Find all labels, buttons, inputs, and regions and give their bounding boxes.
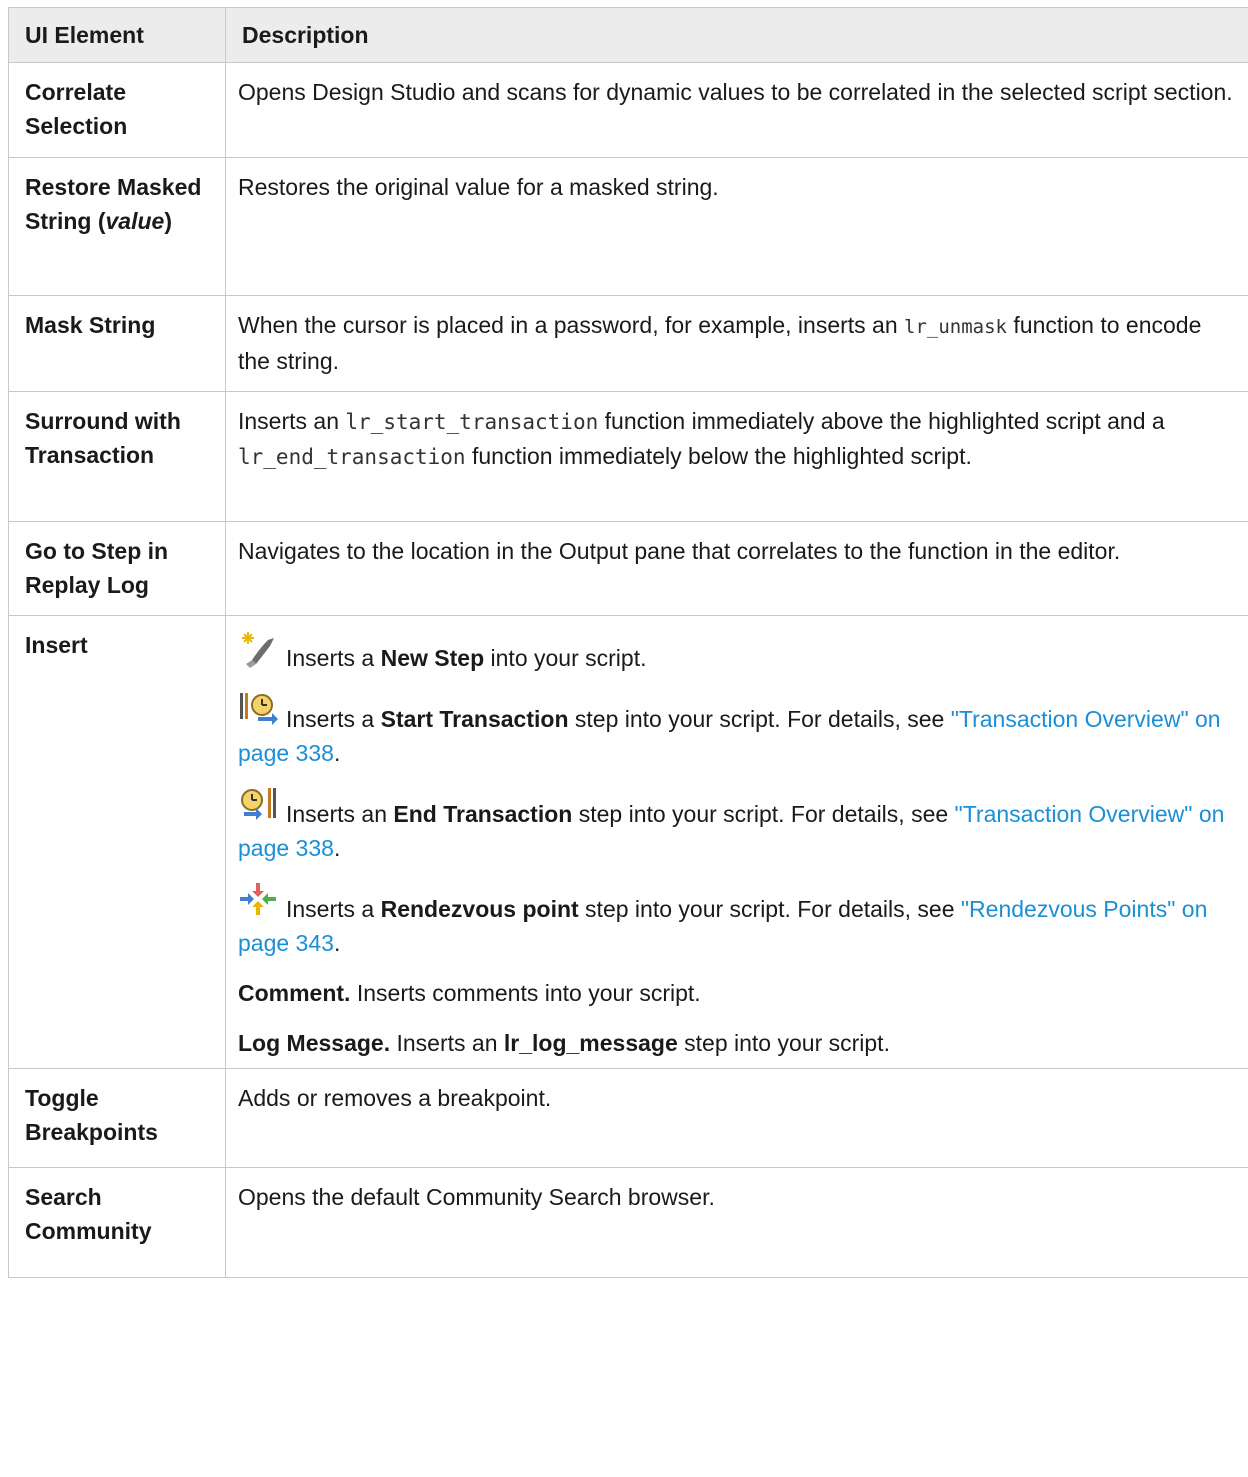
insert-rendezvous: Inserts a Rendezvous point step into you… xyxy=(238,881,1236,960)
header-description: Description xyxy=(225,7,1248,63)
table-row: Mask String When the cursor is placed in… xyxy=(8,295,1248,392)
desc-text: . xyxy=(333,740,341,766)
ui-element-description: Inserts a New Step into your script. Ins… xyxy=(225,615,1248,1069)
desc-text: Inserts an xyxy=(390,1030,504,1056)
code-lr-start-transaction: lr_start_transaction xyxy=(345,410,599,434)
desc-text: step into your script. For details, see xyxy=(568,706,951,732)
desc-text: function immediately above the highlight… xyxy=(598,408,1165,434)
desc-bold: New Step xyxy=(380,645,485,671)
ui-element-description: Restores the original value for a masked… xyxy=(225,157,1248,296)
ui-element-name: Insert xyxy=(8,615,226,1069)
table-header-row: UI Element Description xyxy=(8,7,1248,63)
table-row: Surround with Transaction Inserts an lr_… xyxy=(8,391,1248,522)
desc-bold: Log Message. xyxy=(238,1030,391,1056)
desc-bold: Start Transaction xyxy=(380,706,569,732)
insert-log-message: Log Message. Inserts an lr_log_message s… xyxy=(238,1026,1236,1060)
desc-text: Inserts a xyxy=(286,896,381,922)
insert-end-transaction: Inserts an End Transaction step into you… xyxy=(238,786,1236,865)
start-transaction-icon xyxy=(238,691,282,731)
table-row: Restore Masked String (value) Restores t… xyxy=(8,157,1248,296)
desc-bold: End Transaction xyxy=(393,801,573,827)
ui-element-table: UI Element Description Correlate Selecti… xyxy=(8,7,1248,1278)
desc-text: Inserts a xyxy=(286,645,381,671)
ui-element-name: Correlate Selection xyxy=(8,62,226,158)
desc-text: Inserts an xyxy=(238,408,346,434)
table-row: Correlate Selection Opens Design Studio … xyxy=(8,62,1248,158)
ui-element-description: Adds or removes a breakpoint. xyxy=(225,1068,1248,1168)
ui-element-description: Opens the default Community Search brows… xyxy=(225,1167,1248,1278)
ui-element-name: Surround with Transaction xyxy=(8,391,226,522)
code-lr-end-transaction: lr_end_transaction xyxy=(238,445,466,469)
desc-text: step into your script. For details, see xyxy=(572,801,955,827)
ui-element-name: Toggle Breakpoints xyxy=(8,1068,226,1168)
table-row: Toggle Breakpoints Adds or removes a bre… xyxy=(8,1068,1248,1168)
insert-comment: Comment. Inserts comments into your scri… xyxy=(238,976,1236,1010)
ui-element-name: Restore Masked String (value) xyxy=(8,157,226,296)
table-row: Insert Inserts a New Step into your scri… xyxy=(8,615,1248,1069)
end-transaction-icon xyxy=(238,786,282,826)
desc-bold: Rendezvous point xyxy=(380,896,579,922)
table-row: Search Community Opens the default Commu… xyxy=(8,1167,1248,1278)
insert-new-step: Inserts a New Step into your script. xyxy=(238,628,1236,675)
table-row: Go to Step in Replay Log Navigates to th… xyxy=(8,521,1248,616)
desc-text: When the cursor is placed in a password,… xyxy=(238,312,905,338)
desc-text: . xyxy=(333,930,341,956)
ui-element-name: Go to Step in Replay Log xyxy=(8,521,226,616)
rendezvous-icon xyxy=(238,881,282,921)
desc-text: Inserts a xyxy=(286,706,381,732)
code-lr-unmask: lr_unmask xyxy=(904,316,1007,338)
desc-text: into your script. xyxy=(484,645,647,671)
desc-text: step into your script. xyxy=(677,1030,890,1056)
desc-bold: Comment. xyxy=(238,980,351,1006)
new-step-icon xyxy=(238,630,282,670)
ui-element-description: Opens Design Studio and scans for dynami… xyxy=(225,62,1248,158)
desc-text: . xyxy=(333,835,341,861)
ui-element-description: Inserts an lr_start_transaction function… xyxy=(225,391,1248,522)
insert-start-transaction: Inserts a Start Transaction step into yo… xyxy=(238,691,1236,770)
name-italic-part: value xyxy=(105,208,165,234)
ui-element-description: Navigates to the location in the Output … xyxy=(225,521,1248,616)
ui-element-name: Mask String xyxy=(8,295,226,392)
ui-element-name: Search Community xyxy=(8,1167,226,1278)
name-part: ) xyxy=(164,208,172,234)
desc-text: Inserts an xyxy=(286,801,394,827)
desc-text: Inserts comments into your script. xyxy=(350,980,701,1006)
ui-element-table-wrapper: UI Element Description Correlate Selecti… xyxy=(8,7,1248,1278)
desc-text: function immediately below the highlight… xyxy=(465,443,972,469)
desc-text: step into your script. For details, see xyxy=(578,896,961,922)
header-ui-element: UI Element xyxy=(8,7,226,63)
ui-element-description: When the cursor is placed in a password,… xyxy=(225,295,1248,392)
desc-bold: lr_log_message xyxy=(503,1030,678,1056)
